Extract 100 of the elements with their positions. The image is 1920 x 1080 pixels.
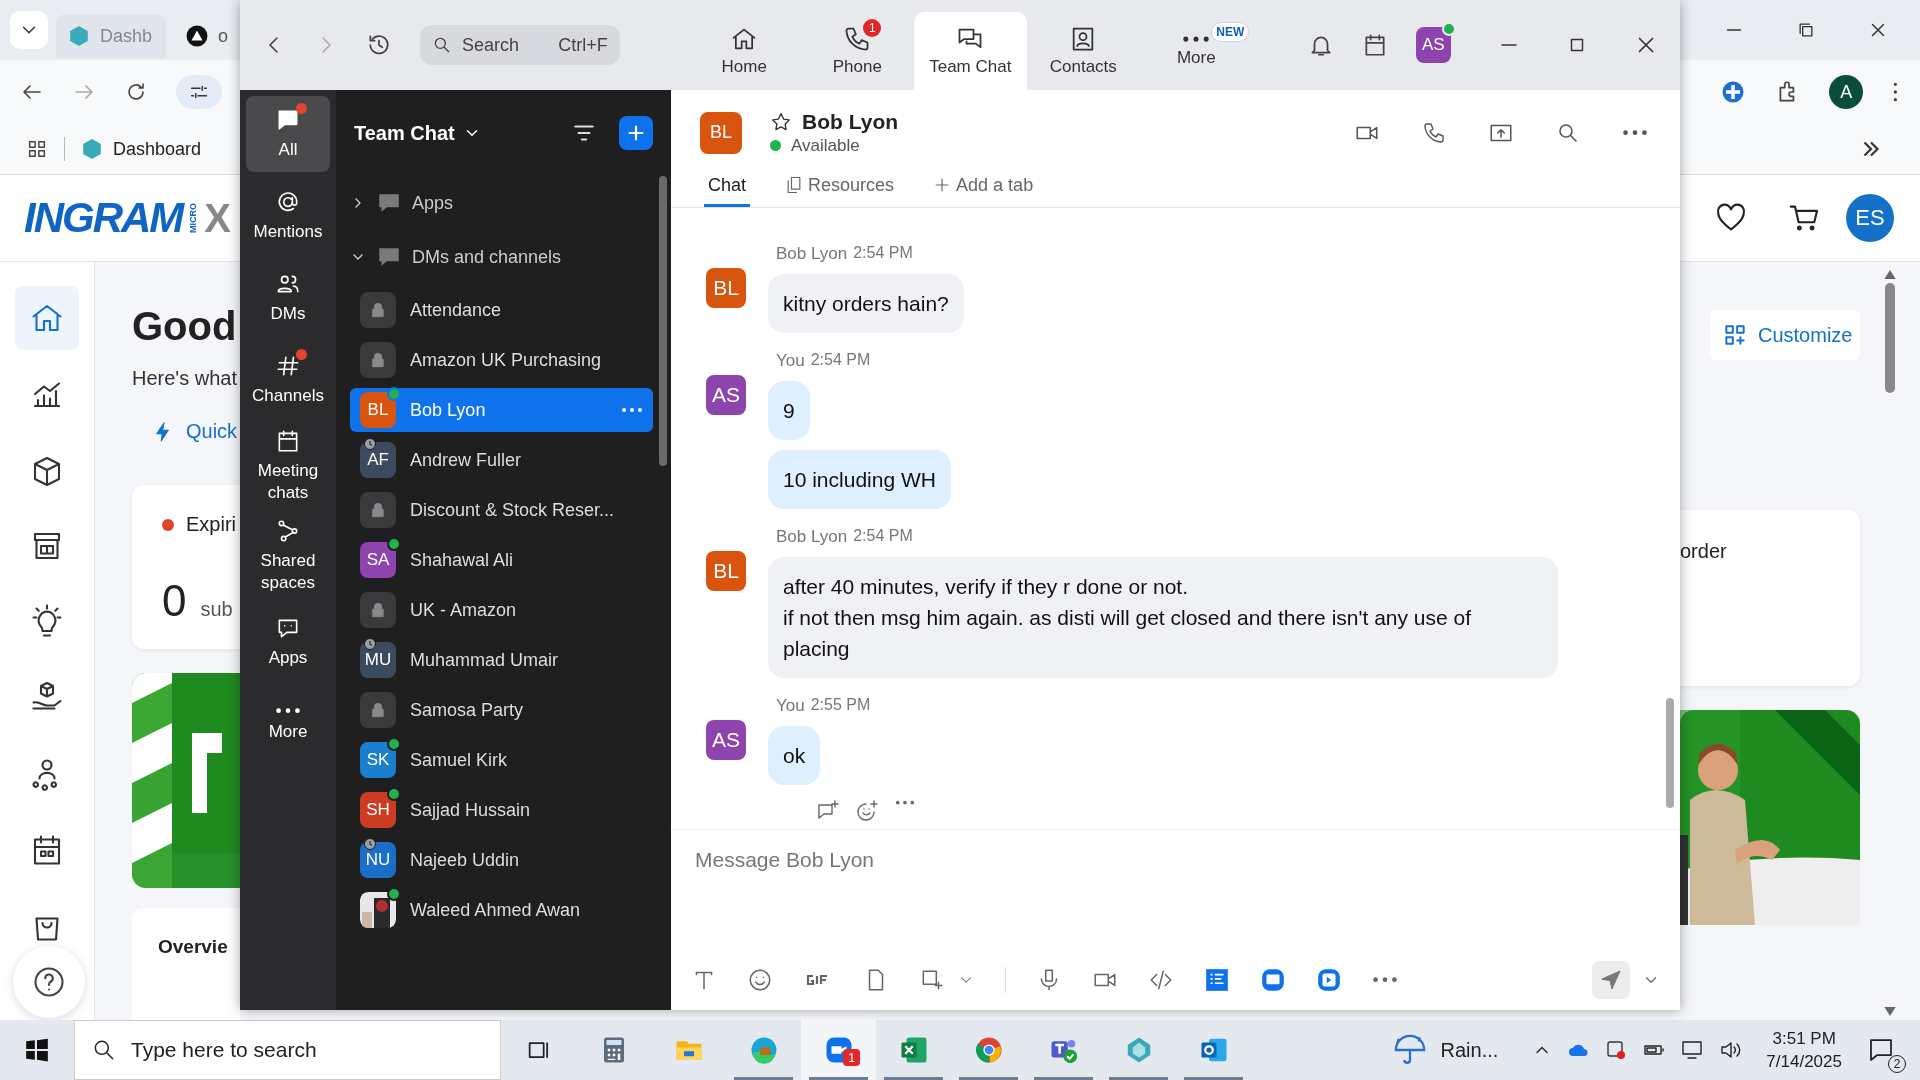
card-unit: sub xyxy=(200,598,233,621)
umbrella-rain-icon xyxy=(1392,1033,1427,1067)
chat-list-item[interactable]: MU Muhammad Umair xyxy=(350,638,653,682)
nav-tab[interactable]: Home xyxy=(687,12,801,90)
section-header[interactable]: Apps xyxy=(350,176,454,230)
sender-name: You xyxy=(776,351,805,371)
search-icon xyxy=(432,35,452,55)
lock-icon xyxy=(369,601,387,619)
sidebar-item[interactable]: Channels xyxy=(246,342,330,418)
message-time: 2:55 PM xyxy=(810,696,871,715)
menu-icon[interactable] xyxy=(1891,80,1900,104)
sender-name: Bob Lyon xyxy=(776,244,848,264)
grid-plus-icon xyxy=(1722,322,1748,348)
avatar: BL xyxy=(706,268,746,308)
chat-list-item[interactable]: Waleed Ahmed Awan xyxy=(350,888,653,932)
lock-icon xyxy=(369,701,387,719)
star-icon[interactable] xyxy=(770,110,792,133)
taskbar-search-field[interactable]: Type here to search xyxy=(74,1020,501,1080)
chat-list-item[interactable]: AF Andrew Fuller xyxy=(350,438,653,482)
windows-start-icon[interactable] xyxy=(24,1037,50,1063)
brand-logo: INGRAM xyxy=(24,194,183,242)
more-icon[interactable] xyxy=(1622,127,1648,138)
contact-name: Bob Lyon xyxy=(802,109,899,134)
sidebar-item[interactable]: All xyxy=(246,96,330,172)
clock[interactable]: 3:51 PM 7/14/2025 xyxy=(1766,1028,1842,1072)
nav-tab[interactable]: NEW More xyxy=(1139,12,1253,90)
emoji-icon[interactable] xyxy=(747,967,773,993)
status-text: Available xyxy=(791,135,860,156)
browser-tab[interactable]: o xyxy=(174,14,240,58)
scroll-down-icon[interactable] xyxy=(1884,1007,1896,1016)
tab[interactable]: Add a tab xyxy=(928,175,1038,207)
message-bubble: 9 xyxy=(768,381,810,440)
taskbar-app[interactable]: 1 xyxy=(801,1020,876,1080)
greeting-subtitle: Here's what xyxy=(132,367,238,390)
message-bubble: ok xyxy=(768,726,821,785)
new-badge: NEW xyxy=(1211,21,1250,42)
sender-name: Bob Lyon xyxy=(776,527,848,547)
message-time: 2:54 PM xyxy=(853,244,913,263)
sidebar-item[interactable]: Mentions xyxy=(246,178,330,254)
brand-mark: X xyxy=(204,195,231,241)
scrollbar-thumb[interactable] xyxy=(659,176,667,466)
sidebar-item[interactable]: More xyxy=(246,686,330,763)
brand-subtitle: MICRO xyxy=(188,203,199,233)
chat-list-item[interactable]: Attendance xyxy=(350,288,653,332)
nav-tab[interactable]: Contacts xyxy=(1026,12,1140,90)
card-count: 0 xyxy=(162,576,187,626)
tab[interactable]: Chat xyxy=(704,175,751,207)
profile-avatar[interactable]: A xyxy=(1829,75,1864,109)
message-time: 2:54 PM xyxy=(853,527,913,546)
chat-list-item[interactable]: Discount & Stock Reser... xyxy=(350,488,653,532)
quick-link[interactable]: Quick xyxy=(186,420,238,443)
list-app-icon[interactable] xyxy=(1204,967,1230,993)
greeting-heading: Good xyxy=(132,304,238,349)
chat-list-item[interactable]: SK Samuel Kirk xyxy=(350,738,653,782)
chat-list-item[interactable]: Amazon UK Purchasing xyxy=(350,338,653,382)
sidebar-item[interactable]: Shared spaces xyxy=(246,514,330,599)
more-icon[interactable] xyxy=(895,799,915,807)
nav-tab[interactable]: Team Chat xyxy=(913,12,1027,90)
play-app-icon[interactable] xyxy=(1316,967,1342,993)
nav-tab[interactable]: 1 Phone xyxy=(800,12,914,90)
chat-list-item[interactable]: Samosa Party xyxy=(350,688,653,732)
message-time: 2:54 PM xyxy=(810,351,871,370)
sidebar-item[interactable]: Meeting chats xyxy=(246,424,330,509)
send-button[interactable] xyxy=(1592,961,1630,999)
section-header[interactable]: DMs and channels xyxy=(350,230,562,284)
tab[interactable]: Resources xyxy=(780,175,899,207)
chat-list-item[interactable]: SA Shahawal Ali xyxy=(350,538,653,582)
weather-widget[interactable]: Rain... xyxy=(1392,1033,1499,1067)
customize-button[interactable]: Customize xyxy=(1710,310,1860,360)
sidebar-item[interactable]: Apps xyxy=(246,604,330,681)
clock-time: 3:51 PM xyxy=(1772,1028,1836,1049)
add-reaction-icon[interactable] xyxy=(855,799,879,823)
more-icon[interactable] xyxy=(621,406,643,414)
chat-list-item[interactable]: UK - Amazon xyxy=(350,588,653,632)
apps-grid-icon[interactable] xyxy=(26,138,48,160)
scroll-up-icon[interactable] xyxy=(1884,270,1896,279)
message-bubble: kitny orders hain? xyxy=(768,274,964,333)
sidebar-item[interactable]: DMs xyxy=(246,260,330,336)
screen-app-icon[interactable] xyxy=(1260,967,1286,993)
triangle-logo-icon xyxy=(186,25,208,47)
new-chat-button[interactable] xyxy=(619,116,653,150)
lock-icon xyxy=(369,351,387,369)
chat-list-item[interactable]: SH Sajjad Hussain xyxy=(350,788,653,832)
help-button[interactable] xyxy=(13,946,85,1018)
panel-title[interactable]: Team Chat xyxy=(354,121,455,145)
search-field[interactable]: Search Ctrl+F xyxy=(420,25,620,65)
more-icon[interactable] xyxy=(1372,975,1398,985)
network-icon[interactable] xyxy=(1680,1038,1705,1062)
lock-icon xyxy=(369,501,387,519)
notification-count: 2 xyxy=(1888,1055,1906,1073)
clock-date: 7/14/2025 xyxy=(1766,1051,1842,1072)
scrollbar-thumb[interactable] xyxy=(1885,283,1895,393)
scrollbar-thumb[interactable] xyxy=(1666,698,1674,808)
bookmark[interactable]: Dashboard xyxy=(81,138,202,160)
phone-icon[interactable] xyxy=(1422,120,1446,145)
chat-list-item[interactable]: NU Najeeb Uddin xyxy=(350,838,653,882)
chat-list-item[interactable]: BL Bob Lyon xyxy=(350,388,653,432)
sender-name: You xyxy=(776,696,805,716)
card-title: order xyxy=(1680,540,1727,562)
user-avatar[interactable]: ES xyxy=(1846,194,1894,242)
